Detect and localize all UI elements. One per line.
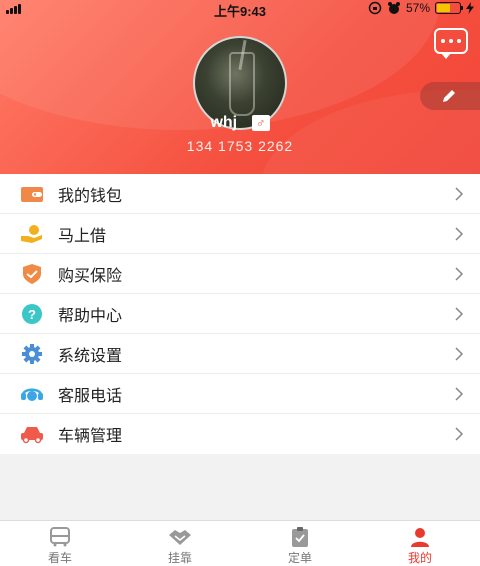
user-icon — [411, 528, 429, 547]
menu-item-insurance[interactable]: 购买保险 — [0, 254, 480, 294]
menu-item-customer-service[interactable]: 客服电话 — [0, 374, 480, 414]
order-clipboard-icon — [292, 527, 308, 547]
menu-item-label: 帮助中心 — [58, 307, 123, 325]
phone-number: 134 1753 2262 — [186, 138, 294, 154]
menu-item-label: 马上借 — [58, 227, 107, 245]
menu-item-vehicle-management[interactable]: 车辆管理 — [0, 414, 480, 454]
menu-item-help[interactable]: ? 帮助中心 — [0, 294, 480, 334]
chevron-right-icon — [455, 227, 464, 241]
handshake-icon — [169, 530, 191, 545]
profile-header: whj ♂ 134 1753 2262 — [0, 0, 480, 174]
screen-lock-icon — [368, 1, 382, 15]
loan-hand-icon — [21, 225, 42, 243]
edit-profile-button[interactable] — [420, 82, 480, 110]
tab-label: 挂靠 — [167, 551, 192, 565]
edit-icon — [443, 90, 455, 102]
status-bar: 上午9:43 57% — [0, 0, 480, 19]
settings-gear-icon — [22, 344, 42, 364]
charging-icon — [466, 2, 474, 14]
alarm-icon — [387, 2, 400, 14]
menu-item-label: 客服电话 — [58, 387, 123, 405]
menu-item-settings[interactable]: 系统设置 — [0, 334, 480, 374]
bottom-tab-bar: 看车 挂靠 定单 我的 — [0, 520, 480, 566]
tab-affiliate[interactable]: 挂靠 — [120, 521, 240, 566]
chevron-right-icon — [455, 387, 464, 401]
menu-item-label: 购买保险 — [58, 267, 123, 285]
tab-label: 定单 — [287, 551, 312, 565]
tab-label: 看车 — [47, 551, 72, 565]
menu-item-label: 系统设置 — [58, 347, 123, 365]
menu-item-label: 车辆管理 — [58, 428, 123, 445]
chevron-right-icon — [455, 187, 464, 201]
chevron-right-icon — [455, 307, 464, 321]
tab-view-cars[interactable]: 看车 — [0, 521, 120, 566]
username: whj — [210, 114, 238, 131]
bus-icon — [50, 527, 70, 547]
chevron-right-icon — [455, 427, 464, 441]
help-icon: ? — [22, 304, 42, 324]
menu-item-label: 我的钱包 — [58, 187, 123, 205]
message-icon[interactable] — [434, 28, 468, 59]
tab-label: 我的 — [407, 551, 432, 565]
chevron-right-icon — [455, 267, 464, 281]
battery-icon — [435, 2, 463, 14]
insurance-shield-icon — [23, 264, 41, 284]
tab-orders[interactable]: 定单 — [240, 521, 360, 566]
svg-text:?: ? — [28, 307, 36, 322]
gender-male-icon: ♂ — [251, 115, 270, 131]
car-icon — [21, 427, 43, 444]
tab-mine[interactable]: 我的 — [360, 521, 480, 566]
menu-item-loan[interactable]: 马上借 — [0, 214, 480, 254]
menu-item-wallet[interactable]: 我的钱包 — [0, 174, 480, 214]
wallet-icon — [21, 187, 43, 202]
customer-service-icon — [21, 388, 43, 401]
battery-percent: 57% — [405, 1, 430, 15]
chevron-right-icon — [455, 347, 464, 361]
menu-list: 我的钱包 马上借 购买保险 ? 帮助中心 系统设置 客服电话 车辆管理 — [0, 174, 480, 454]
